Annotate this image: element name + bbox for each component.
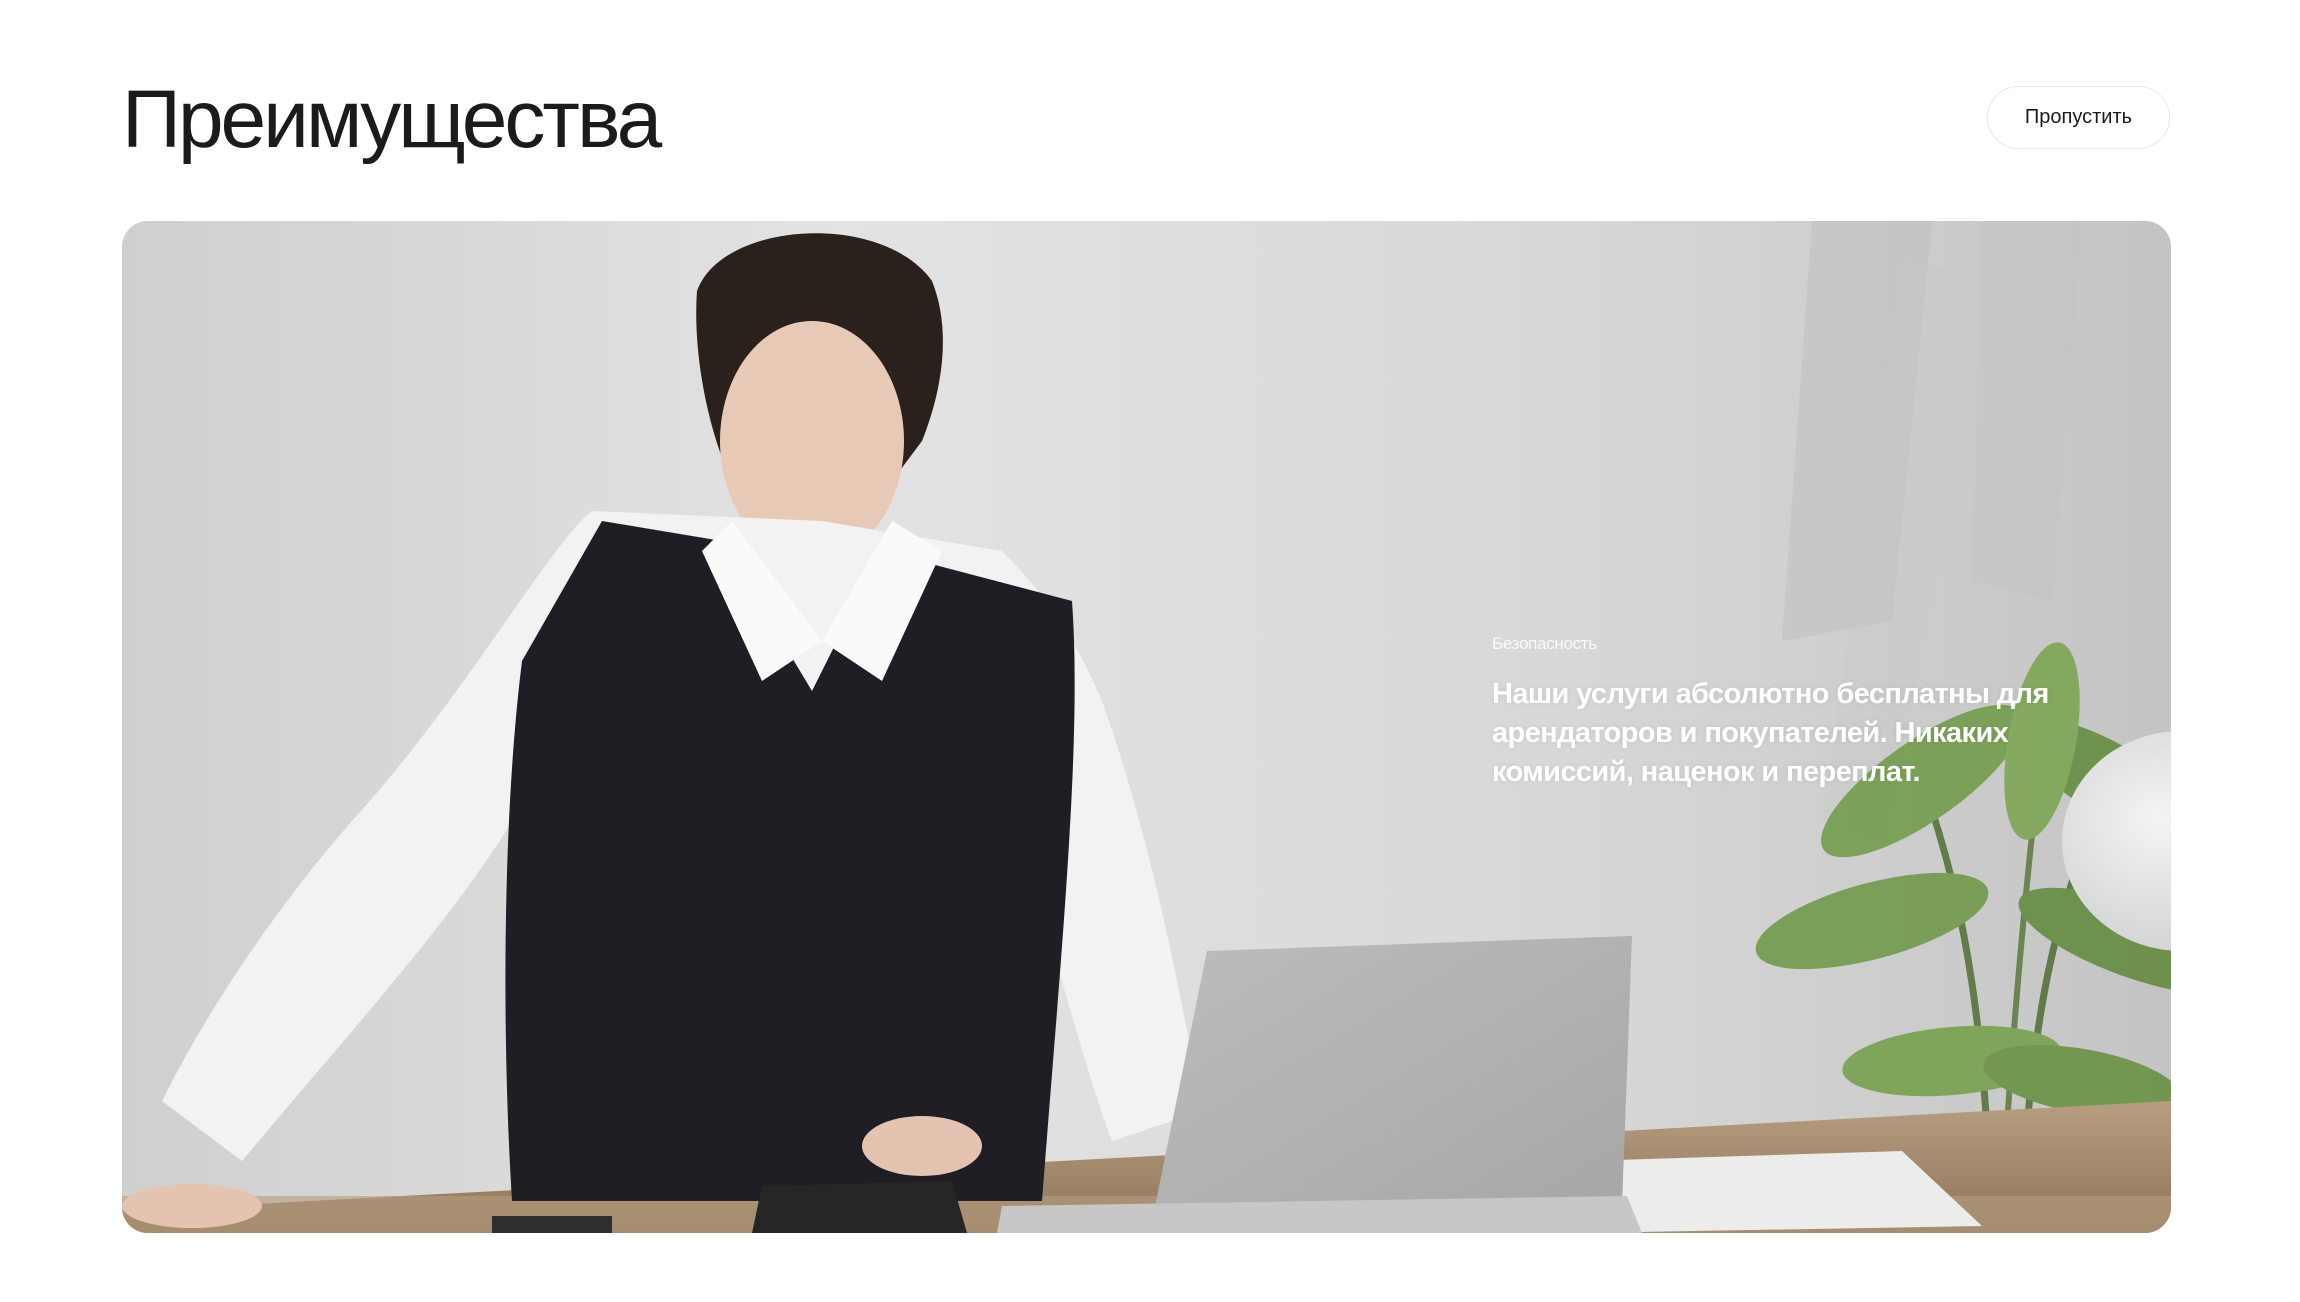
skip-button[interactable]: Пропустить	[1987, 86, 2170, 149]
hero-text-block: Безопасность Наши услуги абсолютно беспл…	[1492, 633, 2052, 792]
page-title: Преимущества	[122, 74, 662, 165]
hero-eyebrow: Безопасность	[1492, 634, 1597, 653]
hero-card: Безопасность Наши услуги абсолютно беспл…	[122, 221, 2171, 1233]
advantages-page: Преимущества Пропустить Безопасность Наш…	[0, 0, 2300, 1302]
hero-heading: Наши услуги абсолютно бесплатны для арен…	[1492, 678, 2049, 788]
